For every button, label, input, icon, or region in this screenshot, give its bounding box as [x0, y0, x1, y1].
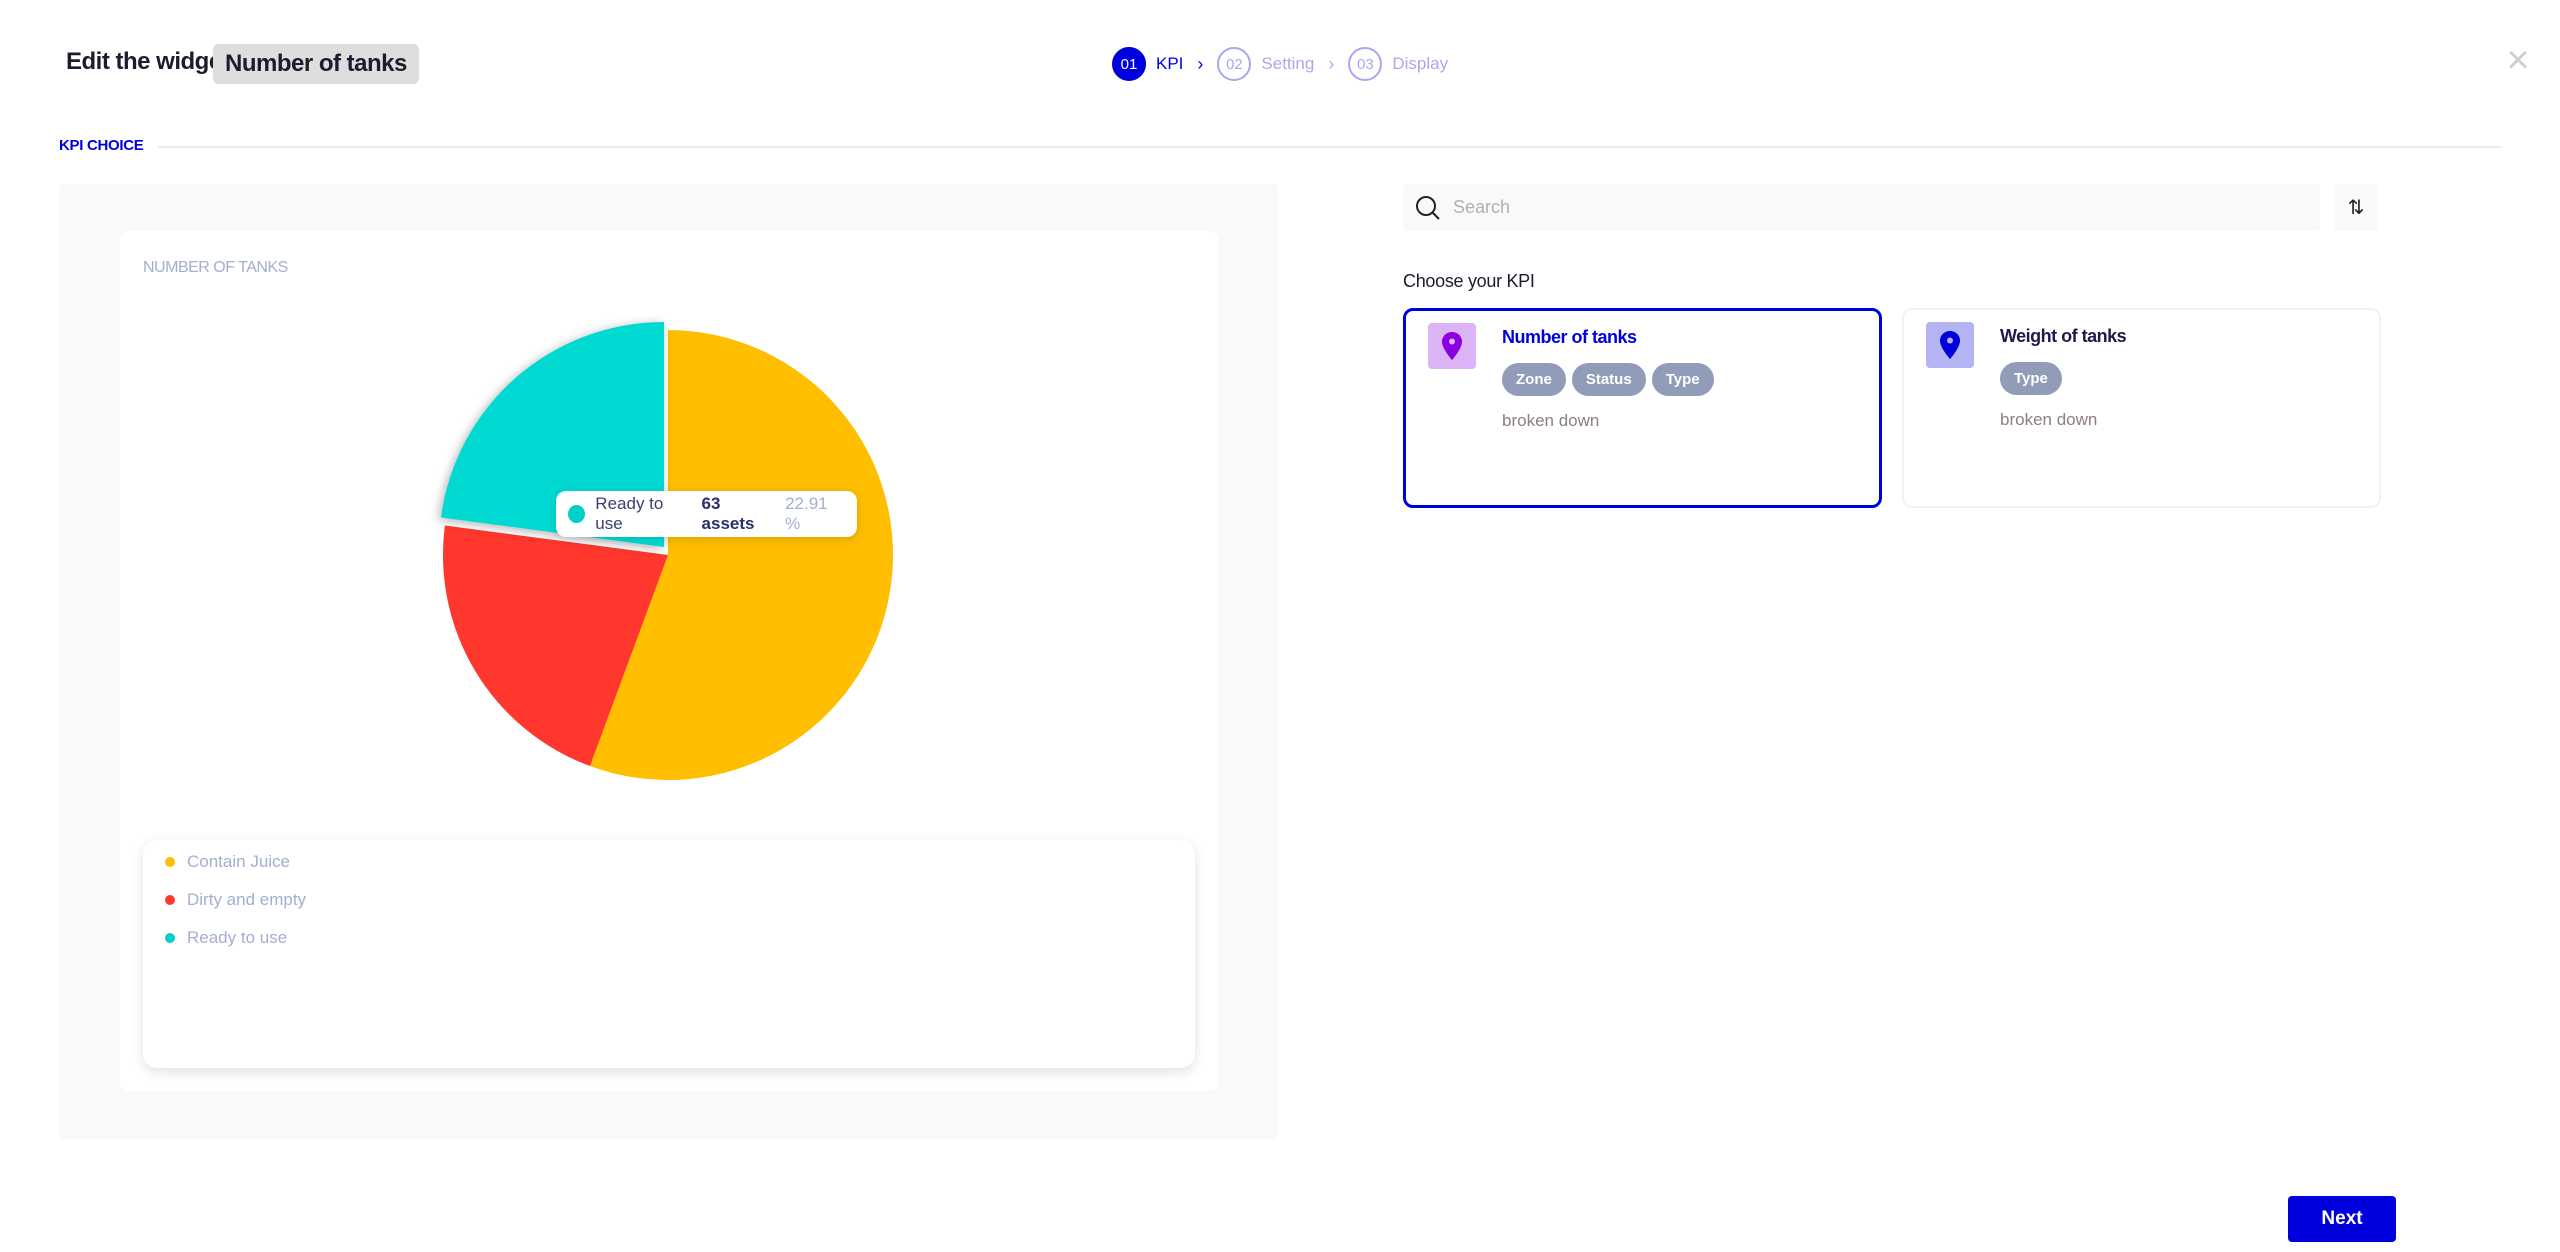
sort-button[interactable]: ⇅ — [2334, 184, 2378, 231]
kpi-tags: Type — [2000, 362, 2062, 395]
chart-legend: Contain Juice Dirty and empty Ready to u… — [143, 840, 1195, 1068]
location-pin-icon — [1428, 323, 1476, 369]
section-title: KPI CHOICE — [59, 137, 144, 154]
kpi-name: Number of tanks — [1502, 327, 1637, 347]
stepper: 01 KPI › 02 Setting › 03 Display — [1112, 46, 1448, 82]
kpi-heading: Choose your KPI — [1403, 271, 1535, 291]
step-2-label[interactable]: Setting — [1261, 54, 1314, 74]
location-pin-icon — [1926, 322, 1974, 368]
step-1-number[interactable]: 01 — [1112, 47, 1146, 81]
chart-tooltip: Ready to use 63 assets 22.91 % — [556, 491, 857, 537]
legend-label: Contain Juice — [187, 852, 291, 871]
search-input[interactable] — [1453, 197, 2303, 218]
tag-type: Type — [2000, 362, 2062, 395]
kpi-tags: Zone Status Type — [1502, 363, 1714, 396]
kpi-subtitle: broken down — [2000, 410, 2098, 429]
tooltip-count: 63 assets — [701, 494, 755, 533]
page-title: Edit the widget — [66, 48, 230, 75]
chevron-right-icon: › — [1197, 53, 1204, 74]
section-divider — [158, 146, 2501, 148]
legend-dot — [165, 933, 175, 943]
chevron-right-icon: › — [1328, 53, 1335, 74]
search-icon — [1416, 195, 1440, 220]
legend-item[interactable]: Contain Juice — [165, 852, 290, 872]
legend-item[interactable]: Dirty and empty — [165, 890, 306, 910]
step-3-number[interactable]: 03 — [1348, 47, 1383, 81]
kpi-card-weight-of-tanks[interactable]: Weight of tanks Type broken down — [1902, 308, 2381, 508]
tag-status: Status — [1571, 363, 1646, 396]
chart-title: NUMBER OF TANKS — [143, 259, 288, 276]
tag-type: Type — [1651, 363, 1714, 396]
kpi-name: Weight of tanks — [2000, 326, 2127, 346]
legend-label: Ready to use — [187, 928, 288, 947]
step-1-label[interactable]: KPI — [1156, 54, 1183, 74]
legend-dot — [165, 895, 175, 905]
step-2-number[interactable]: 02 — [1217, 47, 1252, 81]
step-3-label[interactable]: Display — [1392, 54, 1448, 74]
kpi-card-number-of-tanks[interactable]: Number of tanks Zone Status Type broken … — [1403, 308, 1882, 508]
tooltip-label: Ready to use — [595, 494, 664, 533]
next-button[interactable]: Next — [2288, 1196, 2396, 1242]
legend-item[interactable]: Ready to use — [165, 928, 287, 948]
tooltip-color-dot — [568, 505, 586, 523]
tag-zone: Zone — [1502, 363, 1566, 396]
legend-dot — [165, 857, 175, 867]
sort-arrows-icon: ⇅ — [2347, 197, 2365, 219]
legend-label: Dirty and empty — [187, 890, 307, 909]
search-bar — [1403, 184, 2320, 231]
kpi-subtitle: broken down — [1502, 411, 1600, 430]
tooltip-percent: 22.91 % — [785, 494, 828, 533]
close-icon[interactable]: × — [2500, 40, 2536, 80]
widget-name-chip: Number of tanks — [213, 44, 419, 84]
